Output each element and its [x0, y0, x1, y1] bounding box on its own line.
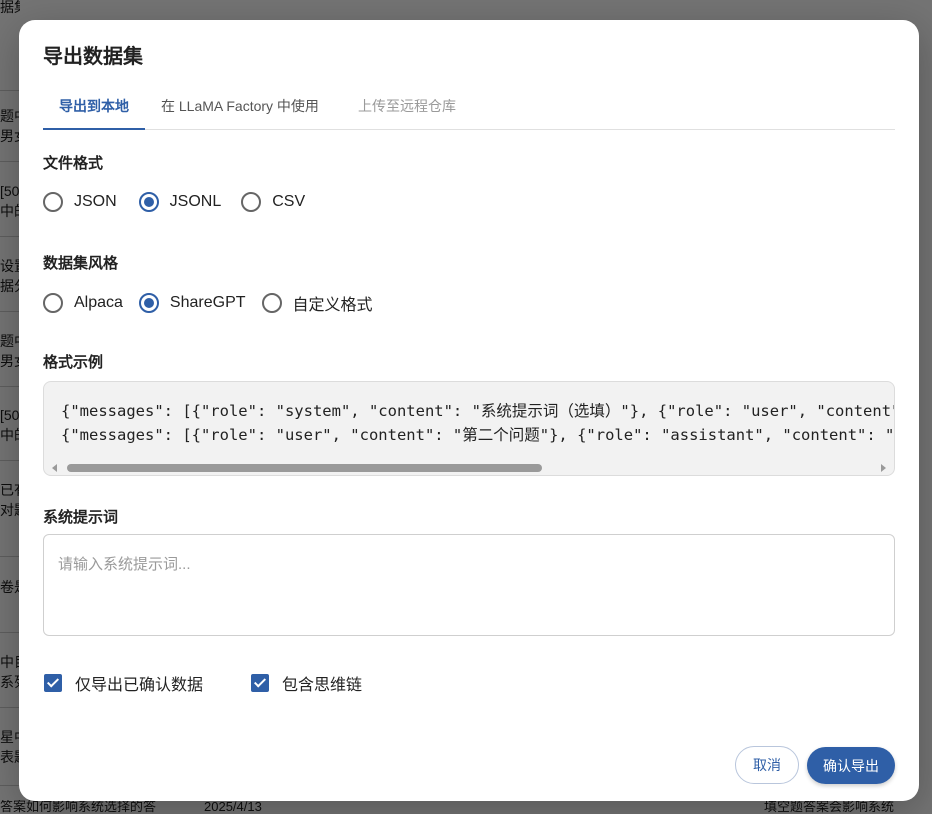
cancel-button[interactable]: 取消: [735, 746, 799, 784]
radio-csv[interactable]: CSV: [241, 192, 305, 212]
radio-custom-label: 自定义格式: [292, 297, 373, 314]
radio-sharegpt[interactable]: ShareGPT: [138, 293, 246, 313]
active-tab-indicator: [43, 128, 145, 130]
radio-json-circle[interactable]: [43, 192, 63, 212]
code-line-1: {"messages": [{"role": "system", "conten…: [61, 402, 894, 420]
checkbox-confirmed-only[interactable]: 仅导出已确认数据: [44, 671, 203, 695]
file-format-radio-group: JSON JSONL CSV: [43, 192, 321, 212]
radio-csv-circle[interactable]: [241, 192, 262, 212]
radio-jsonl-label: JSONL: [169, 193, 222, 210]
radio-alpaca-circle[interactable]: [43, 293, 63, 313]
format-example-code[interactable]: {"messages": [{"role": "system", "conten…: [43, 381, 895, 476]
checkbox-include-cot[interactable]: 包含思维链: [251, 671, 362, 695]
checkbox-confirmed-label: 仅导出已确认数据: [75, 677, 204, 694]
radio-json[interactable]: JSON: [43, 192, 117, 212]
radio-sharegpt-label: ShareGPT: [169, 294, 246, 311]
dialog-title: 导出数据集: [43, 46, 143, 68]
radio-sharegpt-circle[interactable]: [138, 293, 159, 313]
export-dataset-dialog: 导出数据集 导出到本地 在 LLaMA Factory 中使用 上传至远程仓库 …: [19, 20, 919, 801]
radio-alpaca[interactable]: Alpaca: [43, 293, 123, 313]
radio-csv-label: CSV: [272, 193, 306, 210]
radio-jsonl[interactable]: JSONL: [138, 192, 222, 212]
radio-json-label: JSON: [74, 193, 117, 210]
radio-alpaca-label: Alpaca: [74, 294, 123, 311]
file-format-label: 文件格式: [43, 155, 104, 172]
dataset-style-label: 数据集风格: [43, 255, 119, 272]
system-prompt-input[interactable]: [43, 534, 895, 636]
code-line-2: {"messages": [{"role": "user", "content"…: [61, 426, 895, 444]
format-example-label: 格式示例: [43, 354, 104, 371]
radio-custom-circle[interactable]: [261, 293, 282, 313]
system-prompt-label: 系统提示词: [43, 509, 119, 526]
checkbox-cot-label: 包含思维链: [282, 677, 363, 694]
check-icon[interactable]: [44, 674, 62, 692]
horizontal-scrollbar[interactable]: [52, 463, 886, 473]
tab-export-local[interactable]: 导出到本地: [59, 96, 129, 130]
scroll-left-icon[interactable]: [52, 464, 57, 472]
check-icon[interactable]: [251, 674, 269, 692]
tab-upload-remote[interactable]: 上传至远程仓库: [358, 96, 456, 130]
tab-llama-factory[interactable]: 在 LLaMA Factory 中使用: [161, 96, 319, 130]
scroll-right-icon[interactable]: [881, 464, 886, 472]
scrollbar-thumb[interactable]: [67, 464, 542, 472]
confirm-export-button[interactable]: 确认导出: [807, 747, 895, 784]
dataset-style-radio-group: Alpaca ShareGPT 自定义格式: [43, 291, 389, 315]
radio-custom-format[interactable]: 自定义格式: [261, 291, 373, 315]
radio-jsonl-circle[interactable]: [138, 192, 159, 212]
export-tabs: 导出到本地 在 LLaMA Factory 中使用 上传至远程仓库: [43, 90, 895, 130]
